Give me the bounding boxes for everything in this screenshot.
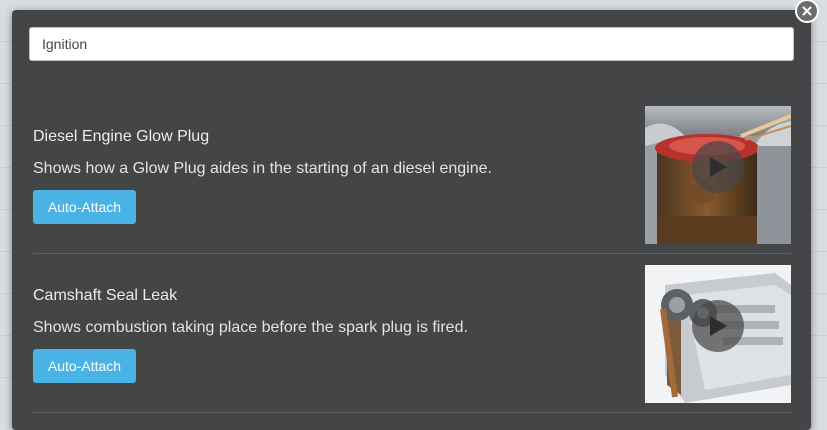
- result-description: Shows how a Glow Plug aides in the start…: [33, 160, 492, 177]
- search-modal: Diesel Engine Glow Plug Shows how a Glow…: [12, 10, 811, 430]
- divider: [33, 253, 791, 254]
- search-input[interactable]: [29, 27, 794, 61]
- play-button[interactable]: [692, 300, 744, 352]
- result-title: Diesel Engine Glow Plug: [33, 128, 210, 145]
- result-item: Camshaft Seal Leak Shows combustion taki…: [12, 264, 811, 422]
- play-icon: [710, 157, 727, 177]
- video-thumbnail[interactable]: [645, 106, 791, 244]
- auto-attach-button[interactable]: Auto-Attach: [33, 190, 136, 224]
- play-icon: [710, 316, 727, 336]
- close-button[interactable]: [795, 0, 819, 23]
- result-item: Diesel Engine Glow Plug Shows how a Glow…: [12, 105, 811, 263]
- divider: [33, 412, 791, 413]
- result-title: Camshaft Seal Leak: [33, 287, 178, 304]
- video-thumbnail[interactable]: [645, 265, 791, 403]
- close-icon: [802, 6, 812, 16]
- auto-attach-button[interactable]: Auto-Attach: [33, 349, 136, 383]
- result-description: Shows combustion taking place before the…: [33, 319, 468, 336]
- play-button[interactable]: [692, 141, 744, 193]
